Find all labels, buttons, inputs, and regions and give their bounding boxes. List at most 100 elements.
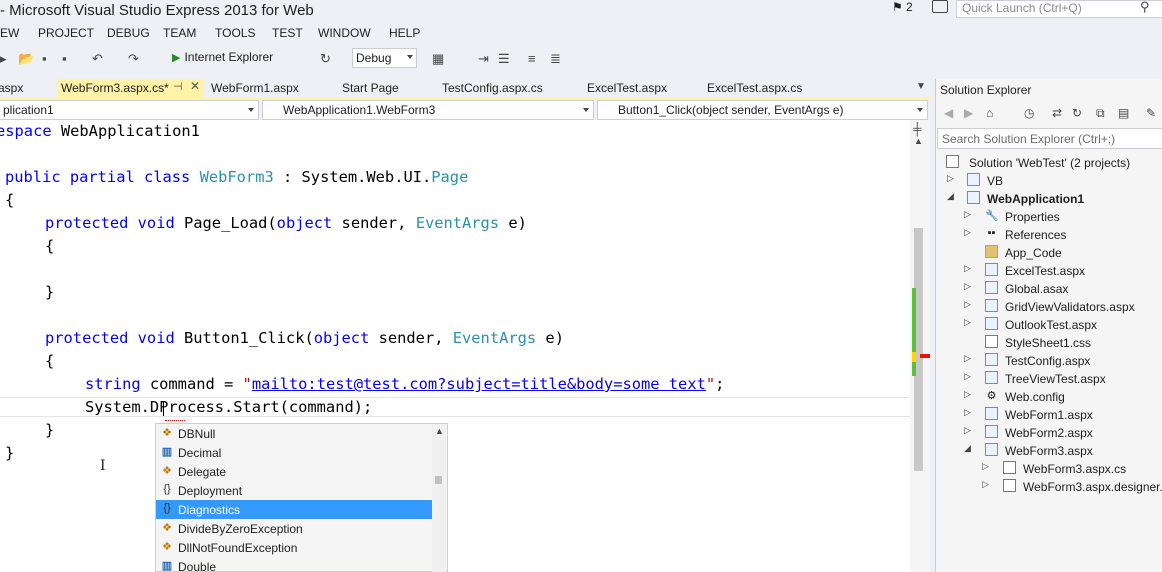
find-in-files-icon[interactable]: ▦ [432,51,444,67]
notification-count[interactable]: 2 [906,0,913,14]
toggle-icon[interactable]: ☰ [498,51,510,67]
collapse-arrow-icon[interactable]: ◢ [964,443,971,454]
project-dropdown[interactable]: plication1 [0,100,259,120]
member-dropdown[interactable]: Button1_Click(object sender, EventArgs e… [597,100,928,120]
show-all-files-icon[interactable]: ▤ [1118,106,1129,120]
collapse-all-icon[interactable]: ⧉ [1096,106,1105,121]
tree-item-outlooktest[interactable]: ▷ OutlookTest.aspx [940,315,1162,333]
menu-view[interactable]: EW [0,26,19,40]
completion-item[interactable]: ▥ Double [156,557,432,571]
forward-icon[interactable]: ▶ [964,106,973,120]
feedback-icon[interactable] [932,0,948,13]
expand-arrow-icon[interactable]: ▷ [964,371,971,382]
expand-arrow-icon[interactable]: ▷ [964,299,971,310]
scroll-up-icon[interactable]: ▲ [435,426,444,436]
completion-item[interactable]: ❖ DllNotFoundException [156,538,432,557]
solution-configuration-select[interactable]: Debug [352,48,417,68]
back-icon[interactable]: ◀ [944,106,953,120]
menu-test[interactable]: TEST [272,26,303,40]
menu-project[interactable]: PROJECT [38,26,94,40]
tab-webform3-cs[interactable]: WebForm3.aspx.cs* ⊣ ✕ [57,79,204,100]
completion-scroll-thumb[interactable] [435,476,442,484]
tree-item-exceltest[interactable]: ▷ ExcelTest.aspx [940,261,1162,279]
tree-item-webform3-designer-cs[interactable]: ▷ WebForm3.aspx.designer.cs [940,477,1162,495]
tree-item-references[interactable]: ▷ ▪▪ References [940,225,1162,243]
properties-icon[interactable]: ✎ [1146,106,1156,120]
expand-arrow-icon[interactable]: ▷ [964,281,971,292]
tree-item-global-asax[interactable]: ▷ Global.asax [940,279,1162,297]
refresh-icon[interactable]: ↻ [1072,106,1082,120]
save-icon[interactable]: ▪ [42,51,47,66]
expand-arrow-icon[interactable]: ▷ [964,353,971,364]
expand-arrow-icon[interactable]: ▷ [964,389,971,400]
tree-item-gridviewvalidators[interactable]: ▷ GridViewValidators.aspx [940,297,1162,315]
tree-item-webform2[interactable]: ▷ WebForm2.aspx [940,423,1162,441]
tab-aspx[interactable]: aspx [0,79,54,98]
menu-tools[interactable]: TOOLS [215,26,255,40]
tree-item-treeviewtest[interactable]: ▷ TreeViewTest.aspx [940,369,1162,387]
tree-item-webform3[interactable]: ◢ WebForm3.aspx [940,441,1162,459]
completion-scrollbar[interactable] [432,424,446,572]
completion-item[interactable]: ▥ Decimal [156,443,432,462]
tree-item-vb[interactable]: ▷ VB [940,171,1162,189]
scroll-up-icon[interactable]: ▲ [914,136,923,146]
menu-team[interactable]: TEAM [163,26,196,40]
completion-item[interactable]: ❖ DivideByZeroException [156,519,432,538]
tab-testconfig-cs[interactable]: TestConfig.aspx.cs [438,79,578,98]
comment-icon[interactable]: ≡ [528,51,536,66]
refresh-icon[interactable]: ↻ [320,51,331,67]
expand-arrow-icon[interactable]: ▷ [982,461,989,472]
error-marker[interactable] [920,354,930,358]
uncomment-icon[interactable]: ≣ [550,51,561,67]
start-debugging-button[interactable]: ▶ Internet Explorer [172,50,273,64]
sync-icon[interactable]: ⇄ [1052,106,1062,120]
expand-arrow-icon[interactable]: ▷ [964,227,971,238]
tab-start-page[interactable]: Start Page [338,79,433,98]
menu-window[interactable]: WINDOW [318,26,371,40]
completion-item[interactable]: {} Deployment [156,481,432,500]
collapse-arrow-icon[interactable]: ◢ [947,191,954,202]
tab-overflow-icon[interactable]: ▼ [916,81,926,92]
expand-arrow-icon[interactable]: ▷ [964,425,971,436]
expand-arrow-icon[interactable]: ▷ [964,263,971,274]
tree-item-webform3-cs[interactable]: ▷ WebForm3.aspx.cs [940,459,1162,477]
pending-changes-icon[interactable]: ◷ [1024,106,1034,120]
tree-item-app-code[interactable]: App_Code [940,243,1162,261]
expand-arrow-icon[interactable]: ▷ [982,479,989,490]
tree-item-properties[interactable]: ▷ 🔧 Properties [940,207,1162,225]
tab-exceltest-cs[interactable]: ExcelTest.aspx.cs [703,79,833,98]
expand-arrow-icon[interactable]: ▷ [964,317,971,328]
home-icon[interactable]: ⌂ [986,106,993,120]
step-over-icon[interactable]: ⇥ [478,51,489,67]
tree-item-webapplication1[interactable]: ◢ WebApplication1 [940,189,1162,207]
tree-item-testconfig[interactable]: ▷ TestConfig.aspx [940,351,1162,369]
completion-item-selected[interactable]: {} Diagnostics [156,500,432,519]
split-window-icon[interactable]: ╪ [913,122,922,136]
notification-flag-icon[interactable]: ⚑ [892,0,903,14]
expand-arrow-icon[interactable]: ▷ [947,173,954,184]
tab-exceltest-aspx[interactable]: ExcelTest.aspx [583,79,693,98]
tree-item-webform1[interactable]: ▷ WebForm1.aspx [940,405,1162,423]
search-icon[interactable]: ⚲ [1140,0,1150,15]
tree-item-stylesheet1[interactable]: StyleSheet1.css [940,333,1162,351]
pin-icon[interactable]: ⊣ [173,80,183,93]
tree-item-solution[interactable]: Solution 'WebTest' (2 projects) [940,153,1162,171]
redo-icon[interactable]: ↷ [128,51,139,67]
save-all-icon[interactable]: ▪ [62,51,67,66]
completion-item[interactable]: ❖ Delegate [156,462,432,481]
menu-debug[interactable]: DEBUG [107,26,150,40]
completion-item[interactable]: ❖ DBNull [156,424,432,443]
close-icon[interactable]: ✕ [190,79,200,93]
quick-launch-input[interactable]: Quick Launch (Ctrl+Q) [956,0,1162,18]
type-dropdown[interactable]: WebApplication1.WebForm3 [262,100,594,120]
solution-search-input[interactable]: Search Solution Explorer (Ctrl+;) [937,128,1162,149]
undo-icon[interactable]: ↶ [92,51,103,67]
expand-arrow-icon[interactable]: ▷ [964,209,971,220]
tab-webform1-aspx[interactable]: WebForm1.aspx [207,79,327,98]
expand-arrow-icon[interactable]: ▷ [964,407,971,418]
tree-item-web-config[interactable]: ▷ ⚙ Web.config [940,387,1162,405]
open-folder-icon[interactable]: 📂 [18,51,34,67]
new-item-icon[interactable]: ▸ [0,51,7,67]
code-editor[interactable]: espace WebApplication1 public partial cl… [0,120,910,572]
menu-help[interactable]: HELP [389,26,420,40]
